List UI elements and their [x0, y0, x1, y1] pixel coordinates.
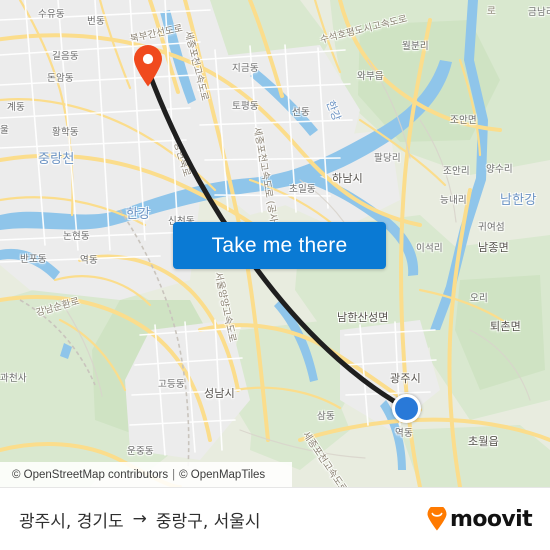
route-origin-label: 광주시, 경기도 — [19, 511, 124, 532]
moovit-pin-icon — [427, 507, 447, 531]
route-summary: 광주시, 경기도 → 중랑구, 서울시 — [19, 507, 261, 532]
route-destination-label: 중랑구, 서울시 — [155, 511, 261, 532]
take-me-there-button[interactable]: Take me there — [173, 222, 386, 269]
destination-map-pin-icon[interactable] — [133, 45, 163, 87]
moovit-logo[interactable]: moovit — [426, 506, 533, 532]
attribution-osm[interactable]: © OpenStreetMap contributors — [12, 469, 168, 481]
origin-location-dot-icon[interactable] — [392, 394, 421, 423]
map-viewport[interactable]: .urban{fill:#ececec} .green{fill:#d9e8cf… — [0, 0, 550, 487]
moovit-wordmark: moovit — [450, 506, 533, 532]
map-attribution: © OpenStreetMap contributors | © OpenMap… — [0, 462, 292, 487]
attribution-openmaptiles[interactable]: © OpenMapTiles — [179, 469, 265, 481]
footer-bar: 광주시, 경기도 → 중랑구, 서울시 moovit — [0, 487, 550, 550]
arrow-right-icon: → — [132, 508, 147, 529]
moovit-map-screenshot: .urban{fill:#ececec} .green{fill:#d9e8cf… — [0, 0, 550, 550]
attribution-separator: | — [172, 468, 176, 481]
